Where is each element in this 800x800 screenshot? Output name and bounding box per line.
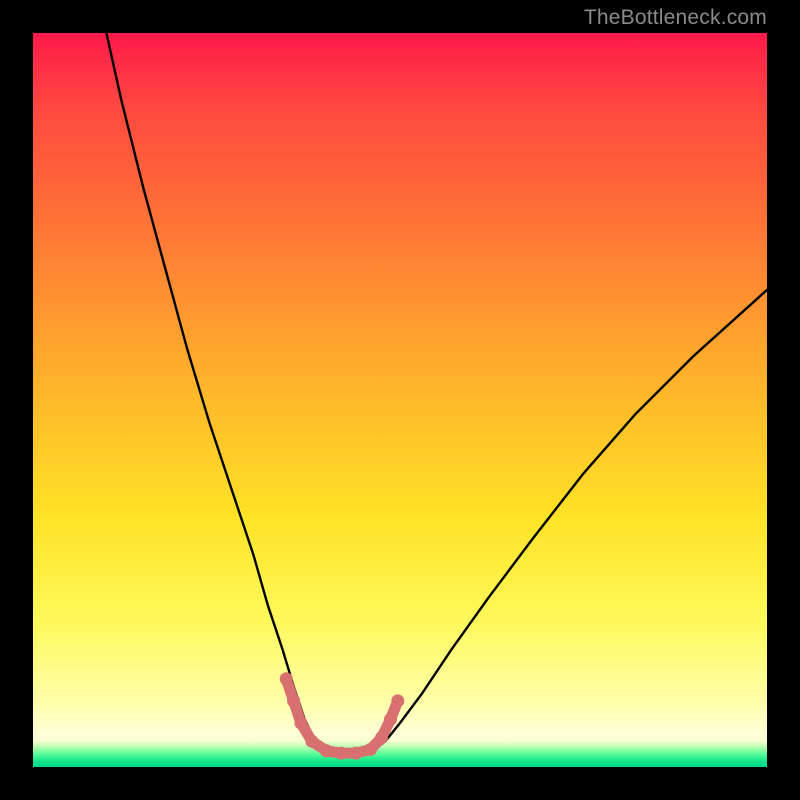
- valley-marker-dot: [350, 747, 363, 760]
- valley-marker-dot: [305, 735, 318, 748]
- watermark-text: TheBottleneck.com: [584, 6, 767, 30]
- valley-marker-dot: [364, 743, 377, 756]
- valley-marker-dot: [294, 717, 307, 730]
- bottleneck-curve: [33, 33, 767, 767]
- valley-marker-dot: [375, 731, 388, 744]
- valley-marker-dot: [384, 713, 397, 726]
- valley-marker-dot: [287, 694, 300, 707]
- valley-marker-dot: [320, 744, 333, 757]
- curve-line: [106, 33, 767, 755]
- valley-marker-dot: [391, 694, 404, 707]
- plot-area: [33, 33, 767, 767]
- chart-frame: TheBottleneck.com: [0, 0, 800, 800]
- valley-marker-dot: [335, 747, 348, 760]
- valley-marker-dot: [280, 672, 293, 685]
